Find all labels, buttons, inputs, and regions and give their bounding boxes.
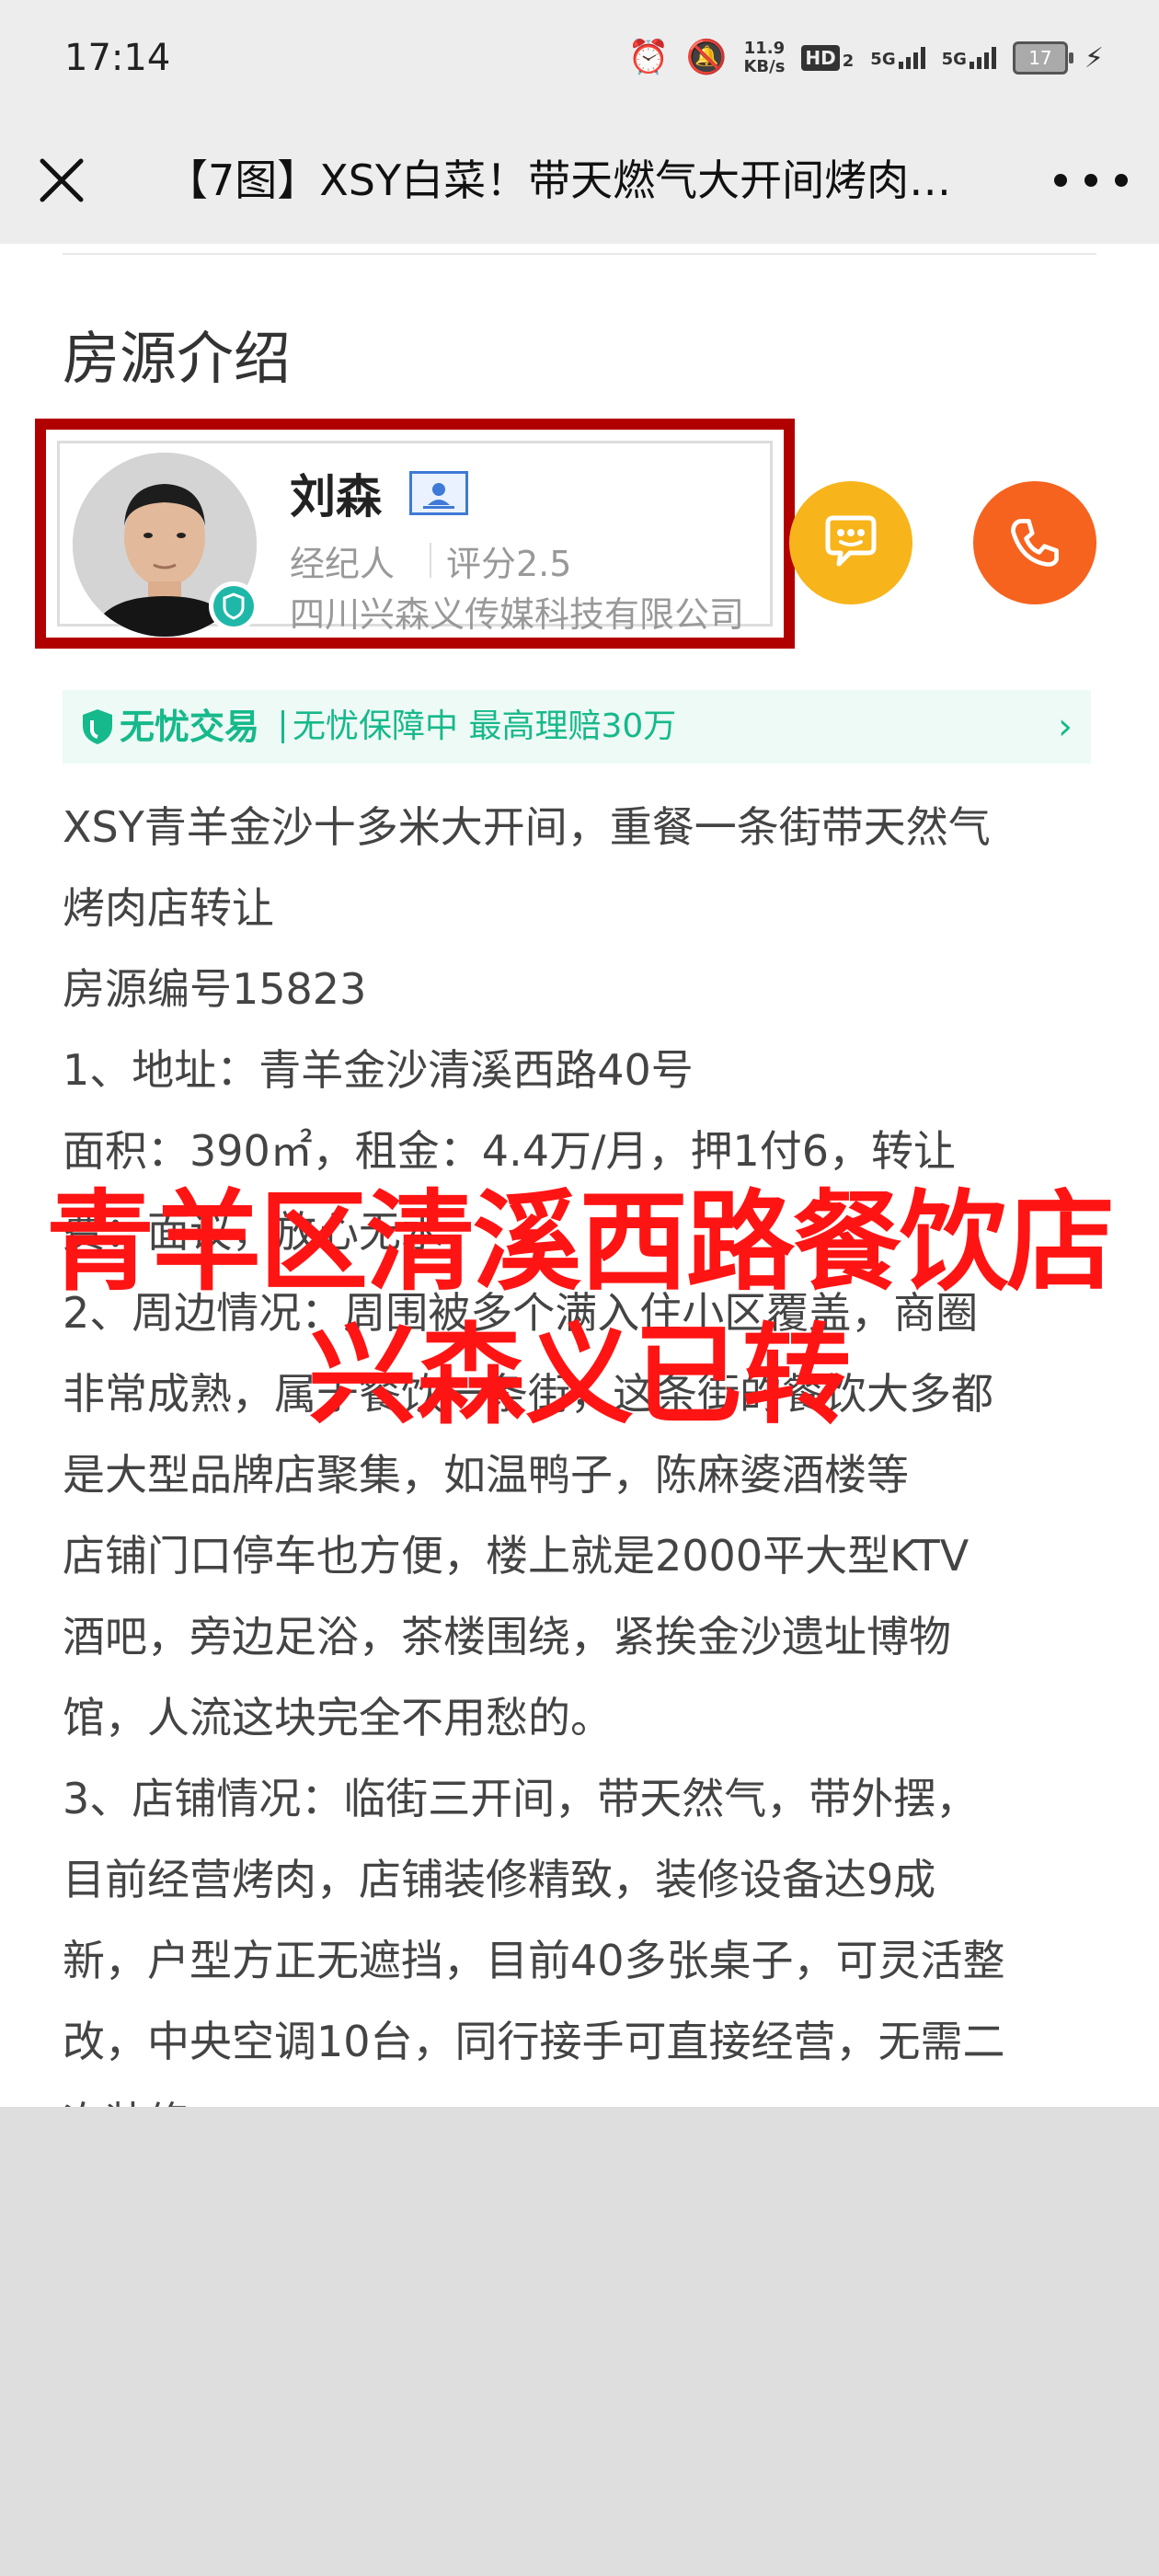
listing-content[interactable]: 房源介绍 刘森 经纪人 评分2.5 四川兴森义传媒科技有限公司 无忧交易 无忧保… <box>0 244 1159 2107</box>
close-icon <box>40 158 84 202</box>
more-options-button[interactable] <box>1054 162 1128 199</box>
net-speed-value: 11.9 <box>743 39 786 58</box>
description-line: 酒吧，旁边足浴，茶楼围绕，紧挨金沙遗址博物 <box>63 1612 951 1662</box>
agent-card[interactable]: 刘森 经纪人 评分2.5 四川兴森义传媒科技有限公司 <box>35 419 795 649</box>
hd-sub: 2 <box>842 52 855 71</box>
nav-bar: 【7图】XSY白菜！带天燃气大开间烤肉店转让 <box>0 120 1159 244</box>
description-line: 房源编号15823 <box>63 964 367 1014</box>
net-speed-unit: KB/s <box>743 57 786 76</box>
dot-icon <box>1054 174 1067 187</box>
dot-icon <box>1115 174 1128 187</box>
description-line: 新，户型方正无遮挡，目前40多张桌子，可灵活整 <box>63 1936 1005 1985</box>
description-line: 馆，人流这块完全不用愁的。 <box>63 1693 613 1742</box>
description-line: 店铺门口停车也方便，楼上就是2000平大型KTV <box>63 1531 970 1581</box>
chat-icon <box>825 515 877 567</box>
description-line: XSY青羊金沙十多米大开间，重餐一条街带天然气 <box>63 802 991 852</box>
signal-sim1-icon: 5G <box>870 47 925 69</box>
guarantee-banner[interactable]: 无忧交易 无忧保障中 最高理赔30万 › <box>63 690 1091 764</box>
divider <box>281 710 284 743</box>
overlay-caption-line1: 青羊区清溪西路餐饮店 <box>45 1179 1115 1305</box>
chat-button[interactable] <box>789 481 912 604</box>
agent-company: 四川兴森义传媒科技有限公司 <box>290 594 745 635</box>
sim2-label: 5G <box>941 50 967 69</box>
chevron-right-icon: › <box>1058 706 1073 748</box>
close-button[interactable] <box>33 152 90 209</box>
hd-label: HD <box>801 45 840 71</box>
verified-badge-icon <box>209 581 258 631</box>
section-title: 房源介绍 <box>63 325 292 392</box>
agent-role: 经纪人 <box>290 544 396 584</box>
hd-indicator: HD 2 <box>801 45 854 71</box>
mute-icon: 🔕 <box>685 39 728 76</box>
divider <box>430 543 431 578</box>
description-line: 烤肉店转让 <box>63 883 274 933</box>
signal-sim2-icon: 5G <box>942 47 996 69</box>
overlay-caption-line2: 兴森义已转 <box>307 1312 851 1439</box>
clock: 17:14 <box>64 37 171 79</box>
battery-level: 17 <box>1028 47 1052 69</box>
battery-icon: 17 <box>1012 41 1073 75</box>
page-title: 【7图】XSY白菜！带天燃气大开间烤肉店转让 <box>166 155 993 205</box>
id-card-icon <box>409 471 468 515</box>
agent-name: 刘森 <box>290 470 382 523</box>
shield-icon <box>83 709 112 744</box>
description-line: 是大型品牌店聚集，如温鸭子，陈麻婆酒楼等 <box>63 1450 909 1500</box>
listing-description: XSY青羊金沙十多米大开间，重餐一条街带天然气 烤肉店转让 房源编号15823 … <box>63 787 1102 2107</box>
phone-icon <box>1011 519 1059 567</box>
description-line: 改，中央空调10台，同行接手可直接经营，无需二 <box>63 2017 1005 2066</box>
guarantee-brand: 无忧交易 <box>120 707 260 747</box>
status-icons: ⏰ 🔕 11.9 KB/s HD 2 5G 5G 17 ⚡ <box>628 35 1104 81</box>
dot-icon <box>1084 174 1097 187</box>
status-bar: 17:14 ⏰ 🔕 11.9 KB/s HD 2 5G 5G 17 ⚡ <box>0 0 1159 120</box>
charging-icon: ⚡ <box>1084 41 1104 75</box>
net-speed: 11.9 KB/s <box>743 40 785 76</box>
description-line: 目前经营烤肉，店铺装修精致，装修设备达9成 <box>63 1855 936 1904</box>
alarm-icon: ⏰ <box>627 39 670 76</box>
description-line: 3、店铺情况：临街三开间，带天然气，带外摆， <box>63 1774 979 1823</box>
sim1-label: 5G <box>870 50 896 69</box>
agent-rating: 评分2.5 <box>446 544 572 584</box>
agent-card-inner: 刘森 经纪人 评分2.5 四川兴森义传媒科技有限公司 <box>57 441 773 637</box>
divider <box>63 253 1096 255</box>
description-line: 次装修 <box>63 2082 1102 2107</box>
description-line: 1、地址：青羊金沙清溪西路40号 <box>63 1045 694 1095</box>
guarantee-text: 无忧保障中 最高理赔30万 <box>293 707 677 745</box>
call-button[interactable] <box>973 481 1096 604</box>
